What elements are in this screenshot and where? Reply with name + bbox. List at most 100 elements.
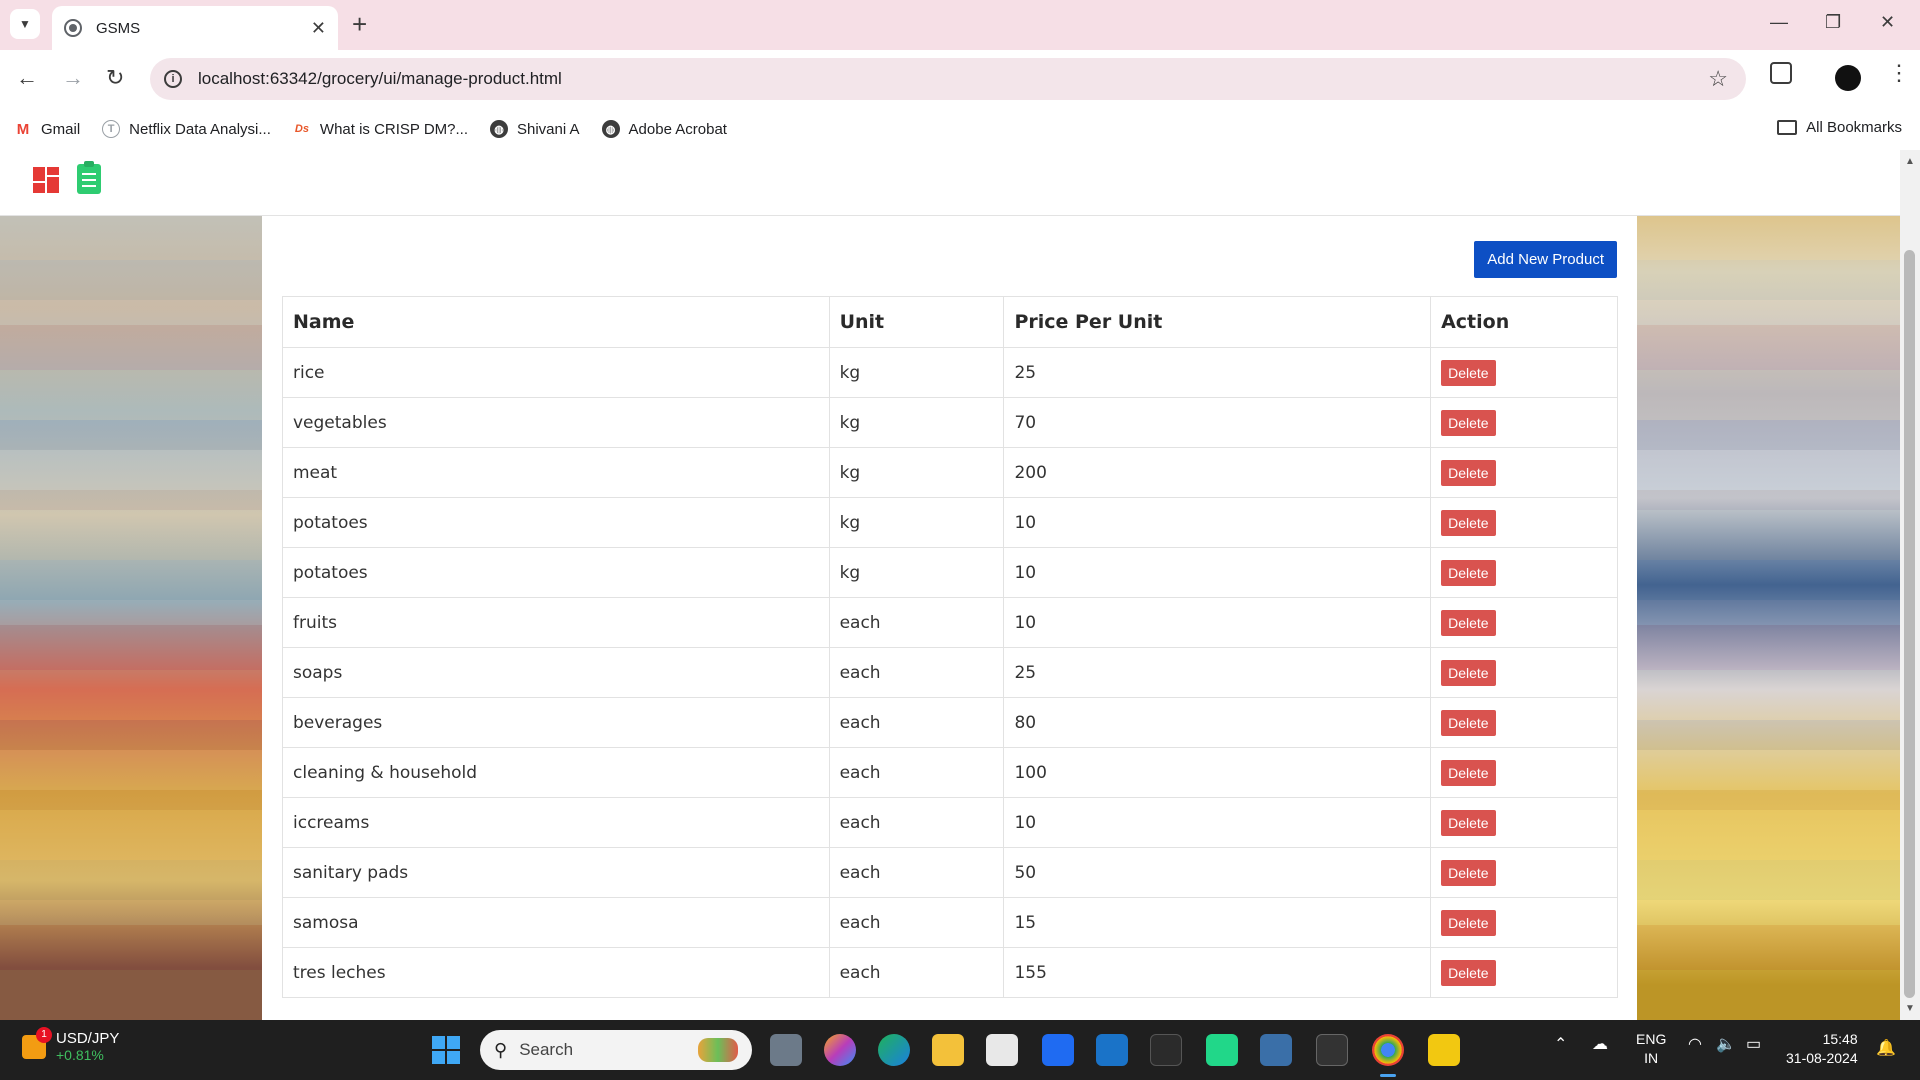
reload-icon[interactable]: ↻: [106, 64, 124, 92]
extensions-icon[interactable]: [1770, 62, 1792, 84]
restore-icon[interactable]: ❐: [1825, 12, 1841, 33]
profile-avatar[interactable]: [1835, 65, 1861, 91]
table-row: samosa each 15 Delete: [282, 897, 1618, 948]
pycharm-icon[interactable]: [1206, 1034, 1238, 1066]
bookmark-shivani[interactable]: ◍ Shivani A: [490, 120, 580, 138]
command-prompt-icon[interactable]: [1316, 1034, 1348, 1066]
browser-tab[interactable]: GSMS ✕: [52, 6, 338, 50]
dropbox-icon[interactable]: [1042, 1034, 1074, 1066]
delete-button[interactable]: Delete: [1441, 509, 1496, 536]
delete-button[interactable]: Delete: [1441, 609, 1496, 636]
globe-icon: [64, 19, 82, 37]
column-header-action: Action: [1430, 296, 1618, 348]
minimize-icon[interactable]: —: [1770, 12, 1788, 33]
bookmark-star-icon[interactable]: ☆: [1708, 66, 1728, 92]
clipboard-icon[interactable]: [77, 161, 101, 194]
stock-widget[interactable]: 1 USD/JPY +0.81%: [22, 1026, 119, 1063]
products-table: Name Unit Price Per Unit Action rice kg 25…: [282, 296, 1618, 998]
table-row: cleaning & household each 100 Delete: [282, 747, 1618, 798]
active-app-indicator: [1380, 1074, 1396, 1077]
new-tab-icon[interactable]: +: [352, 10, 367, 38]
delete-button[interactable]: Delete: [1441, 809, 1496, 836]
task-view-icon[interactable]: [770, 1034, 802, 1066]
close-icon[interactable]: ✕: [311, 18, 326, 39]
taskbar-search[interactable]: ⚲ Search: [480, 1030, 752, 1070]
bookmark-adobe[interactable]: ◍ Adobe Acrobat: [601, 120, 727, 138]
dashboard-icon[interactable]: [33, 167, 59, 193]
product-action-cell: Delete: [1430, 347, 1618, 398]
bookmark-gmail[interactable]: M Gmail: [14, 120, 80, 138]
menu-kebab-icon[interactable]: ⋮: [1888, 60, 1910, 86]
system-clock[interactable]: 15:48 31-08-2024: [1786, 1030, 1858, 1068]
edge-icon[interactable]: [878, 1034, 910, 1066]
delete-button[interactable]: Delete: [1441, 709, 1496, 736]
scroll-down-icon[interactable]: ▼: [1905, 1003, 1915, 1014]
product-action-cell: Delete: [1430, 947, 1618, 998]
delete-button[interactable]: Delete: [1441, 459, 1496, 486]
battery-icon[interactable]: ▭: [1746, 1034, 1761, 1054]
file-explorer-icon[interactable]: [932, 1034, 964, 1066]
forward-icon[interactable]: →: [62, 64, 84, 92]
delete-button[interactable]: Delete: [1441, 859, 1496, 886]
all-bookmarks-label: All Bookmarks: [1806, 119, 1902, 136]
store-icon[interactable]: [986, 1034, 1018, 1066]
vs-code-icon[interactable]: [1260, 1034, 1292, 1066]
delete-button[interactable]: Delete: [1441, 659, 1496, 686]
delete-button[interactable]: Delete: [1441, 909, 1496, 936]
clock-time: 15:48: [1822, 1031, 1858, 1047]
app-header: [0, 150, 1900, 216]
delete-button[interactable]: Delete: [1441, 409, 1496, 436]
wifi-icon[interactable]: ◠: [1688, 1034, 1702, 1054]
product-action-cell: Delete: [1430, 847, 1618, 898]
product-name: soaps: [282, 647, 830, 698]
browser-toolbar: ← → ↻ i localhost:63342/grocery/ui/manag…: [0, 50, 1920, 108]
bookmark-label: Gmail: [41, 120, 81, 138]
product-price: 80: [1003, 697, 1432, 748]
copilot-icon[interactable]: [824, 1034, 856, 1066]
product-price: 15: [1003, 897, 1432, 948]
volume-icon[interactable]: 🔈: [1716, 1034, 1736, 1054]
product-name: vegetables: [282, 397, 830, 448]
product-name: cleaning & household: [282, 747, 830, 798]
delete-button[interactable]: Delete: [1441, 359, 1496, 386]
scrollbar-thumb[interactable]: [1904, 250, 1915, 998]
gmail-icon: M: [16, 120, 30, 138]
t-icon: T: [102, 120, 121, 138]
back-icon[interactable]: ←: [16, 64, 38, 92]
product-action-cell: Delete: [1430, 897, 1618, 948]
stock-chart-icon: 1: [22, 1026, 52, 1059]
bookmark-netflix[interactable]: T Netflix Data Analysi...: [102, 120, 271, 138]
delete-button[interactable]: Delete: [1441, 559, 1496, 586]
product-price: 25: [1003, 347, 1432, 398]
language-indicator[interactable]: ENG IN: [1636, 1030, 1666, 1068]
add-new-product-button[interactable]: Add New Product: [1474, 241, 1617, 278]
delete-button[interactable]: Delete: [1441, 959, 1496, 986]
url-text[interactable]: localhost:63342/grocery/ui/manage-produc…: [198, 69, 562, 89]
product-price: 10: [1003, 497, 1432, 548]
chrome-icon[interactable]: [1372, 1034, 1404, 1066]
outlook-icon[interactable]: [1096, 1034, 1128, 1066]
bookmark-crisp-dm[interactable]: Ds What is CRISP DM?...: [293, 120, 468, 138]
terminal-lightning-icon[interactable]: [1150, 1034, 1182, 1066]
window-close-icon[interactable]: ✕: [1880, 12, 1895, 33]
onedrive-icon[interactable]: ☁: [1592, 1034, 1608, 1054]
site-info-icon[interactable]: i: [164, 70, 182, 88]
windows-start-icon[interactable]: [432, 1036, 460, 1064]
product-name: samosa: [282, 897, 830, 948]
tab-search-chevron-icon[interactable]: ▼: [10, 9, 40, 39]
product-name: beverages: [282, 697, 830, 748]
notification-bell-icon[interactable]: 🔔: [1876, 1038, 1896, 1058]
product-name: meat: [282, 447, 830, 498]
product-price: 10: [1003, 547, 1432, 598]
all-bookmarks[interactable]: All Bookmarks: [1777, 119, 1902, 136]
show-hidden-icons-icon[interactable]: ⌃: [1554, 1034, 1567, 1054]
page-scrollbar[interactable]: ▲ ▼: [1900, 150, 1920, 1020]
table-row: fruits each 10 Delete: [282, 597, 1618, 648]
bookmark-label: Adobe Acrobat: [628, 120, 727, 138]
scroll-up-icon[interactable]: ▲: [1905, 156, 1915, 167]
bookmarks-bar: M Gmail T Netflix Data Analysi... Ds Wha…: [0, 108, 1920, 150]
delete-button[interactable]: Delete: [1441, 759, 1496, 786]
product-price: 10: [1003, 597, 1432, 648]
address-bar[interactable]: i localhost:63342/grocery/ui/manage-prod…: [150, 58, 1746, 100]
power-bi-icon[interactable]: [1428, 1034, 1460, 1066]
